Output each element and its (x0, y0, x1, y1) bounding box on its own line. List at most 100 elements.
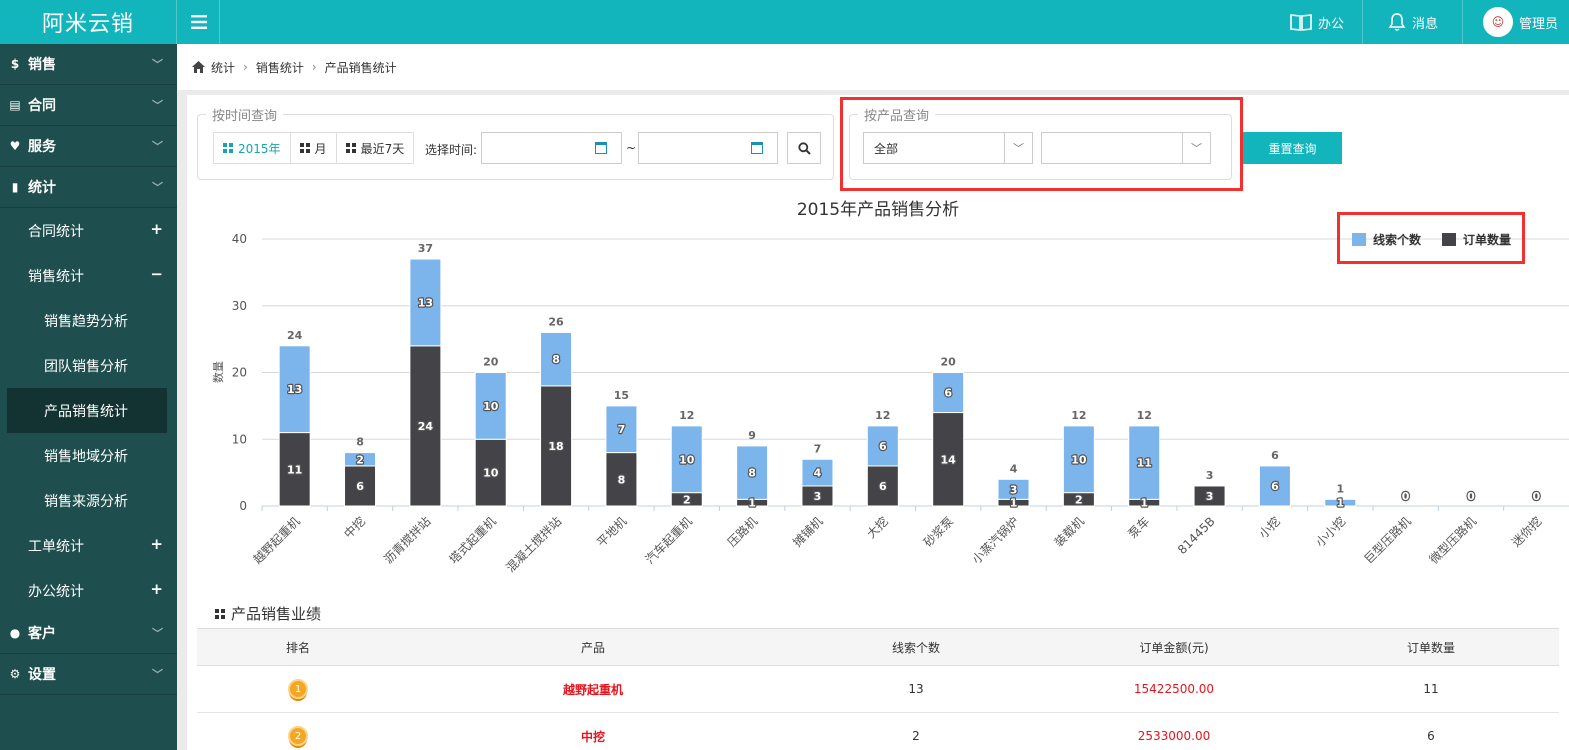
data-label-leads: 8 (552, 353, 560, 366)
sidebar-item-label: 产品销售统计 (44, 403, 128, 420)
data-label-leads: 4 (814, 467, 822, 480)
y-tick-label: 30 (232, 299, 247, 313)
chevron-down-icon: ﹀ (152, 58, 163, 71)
menu-toggle-button[interactable] (178, 0, 220, 44)
data-label-total: 9 (748, 429, 756, 442)
data-label-total: 20 (941, 356, 957, 369)
breadcrumb-item[interactable]: 销售统计 (256, 59, 304, 76)
home-icon (192, 61, 205, 73)
sidebar-item-label: 办公统计 (28, 583, 84, 600)
sidebar-item-label: 销售 (28, 57, 56, 73)
medal-icon: 1 (288, 679, 308, 699)
data-label-leads: 8 (748, 467, 756, 480)
sidebar-item-sales[interactable]: $ 销售 ﹀ (0, 44, 177, 85)
data-label-total: 37 (418, 242, 433, 255)
plus-icon: + (150, 535, 163, 553)
rank-cell: 1 (197, 665, 399, 713)
performance-table: 排名 产品 线索个数 订单金额(元) 订单数量 1 越野起重机 13 15422… (197, 628, 1559, 750)
y-tick-label: 40 (232, 232, 247, 246)
user-icon: ● (9, 626, 21, 640)
x-tick-label: 塔式起重机 (447, 514, 499, 566)
chart-bars: 1113246282413371010201882687152101218934… (278, 242, 1542, 511)
legend-label-leads[interactable]: 线索个数 (1373, 232, 1422, 247)
sidebar-item-office-stats[interactable]: 办公统计 + (0, 568, 177, 613)
y-axis-ticks: 0 10 20 30 40 (232, 232, 247, 513)
x-tick-label: 汽车起重机 (642, 514, 695, 567)
leads-cell: 13 (787, 665, 1045, 713)
sidebar-item-trend[interactable]: 销售趋势分析 (0, 298, 177, 343)
orders-cell: 11 (1303, 665, 1559, 713)
sidebar-item-team[interactable]: 团队销售分析 (0, 343, 177, 388)
x-tick-label: 大挖 (863, 514, 891, 542)
amount-cell: 2533000.00 (1045, 712, 1303, 750)
x-tick-label: 越野起重机 (250, 514, 302, 566)
data-label-total: 1 (1336, 482, 1344, 495)
data-label-leads: 13 (287, 383, 302, 396)
x-tick-label: 小挖 (1255, 514, 1283, 542)
sidebar-item-customer[interactable]: ● 客户 ﹀ (0, 613, 177, 654)
x-tick-label: 压路机 (724, 514, 760, 550)
avatar: ☺ (1483, 7, 1513, 37)
leads-cell: 2 (787, 712, 1045, 750)
data-label-orders: 0 (1402, 490, 1410, 503)
sidebar-item-label: 销售地域分析 (44, 448, 128, 465)
column-header: 订单数量 (1303, 628, 1559, 666)
y-tick-label: 0 (239, 499, 247, 513)
chart-grid (262, 238, 1569, 507)
sidebar-item-label: 合同统计 (28, 223, 84, 240)
data-label-total: 12 (875, 409, 890, 422)
x-tick-label: 微型压路机 (1426, 514, 1479, 567)
x-tick-label: 81445B (1175, 514, 1218, 557)
chevron-right-icon: › (311, 60, 317, 74)
book-icon (1290, 14, 1312, 31)
data-label-leads: 1 (1336, 497, 1344, 510)
logo-text: 阿米云销 (41, 12, 134, 37)
data-label-total: 8 (356, 436, 364, 449)
data-label-orders: 8 (618, 473, 626, 486)
data-label-leads: 10 (1071, 453, 1087, 466)
sales-chart: 010203040 111324628241337101020188268715… (212, 200, 1569, 575)
sidebar-item-service[interactable]: ♥ 服务 ﹀ (0, 126, 177, 167)
table-row: 1 越野起重机 13 15422500.00 11 (197, 665, 1559, 713)
column-header: 线索个数 (787, 628, 1045, 666)
data-label-leads: 10 (679, 453, 695, 466)
legend-label-orders[interactable]: 订单数量 (1463, 232, 1511, 247)
sidebar-item-contract-stats[interactable]: 合同统计 + (0, 208, 177, 253)
sidebar-item-sales-stats[interactable]: 销售统计 − (0, 253, 177, 298)
sidebar-item-product[interactable]: 产品销售统计 (7, 388, 167, 433)
breadcrumb-item: 产品销售统计 (324, 60, 397, 75)
legend-swatch-leads (1352, 233, 1366, 246)
data-label-orders: 6 (356, 480, 364, 493)
chevron-down-icon: ﹀ (152, 99, 163, 112)
heart-icon: ♥ (9, 139, 21, 153)
data-label-total: 12 (1071, 409, 1086, 422)
x-tick-label: 砂浆泵 (920, 514, 956, 550)
top-bar: 阿米云销 办公 消息 ☺ 管理员 (0, 0, 1569, 44)
app-logo[interactable]: 阿米云销 (0, 0, 177, 44)
product-cell[interactable]: 中挖 (399, 712, 787, 750)
office-button[interactable]: 办公 (1290, 0, 1344, 44)
sidebar-item-source[interactable]: 销售来源分析 (0, 478, 177, 523)
sidebar-item-label: 销售来源分析 (44, 493, 128, 510)
sidebar-item-label: 客户 (28, 626, 56, 642)
chart-title: 2015年产品销售分析 (797, 200, 959, 220)
sidebar-item-region[interactable]: 销售地域分析 (0, 433, 177, 478)
data-label-total: 15 (614, 389, 629, 402)
column-header: 订单金额(元) (1045, 628, 1303, 666)
sidebar-item-settings[interactable]: ⚙ 设置 ﹀ (0, 654, 177, 695)
sidebar-item-ticket-stats[interactable]: 工单统计 + (0, 523, 177, 568)
data-label-leads: 6 (879, 440, 887, 453)
data-label-orders: 3 (1206, 490, 1214, 503)
sidebar-item-label: 销售趋势分析 (44, 313, 128, 330)
messages-button[interactable]: 消息 (1388, 0, 1438, 44)
sidebar-item-contract[interactable]: ▤ 合同 ﹀ (0, 85, 177, 126)
table-row: 2 中挖 2 2533000.00 6 (197, 712, 1559, 750)
product-cell[interactable]: 越野起重机 (399, 665, 787, 713)
performance-section-title: 产品销售业绩 (215, 603, 321, 624)
breadcrumb-item[interactable]: 统计 (211, 59, 235, 76)
sidebar-item-stats[interactable]: ▮ 统计 ﹀ (0, 167, 177, 208)
user-menu[interactable]: ☺ 管理员 (1483, 0, 1558, 44)
main-content: 按时间查询 2015年 月 最近7天 选择时间: ~ 按产品查询 全部 ﹀ ﹀ 重… (187, 95, 1569, 750)
plus-icon: + (150, 580, 163, 598)
x-tick-label: 中挖 (341, 514, 369, 542)
